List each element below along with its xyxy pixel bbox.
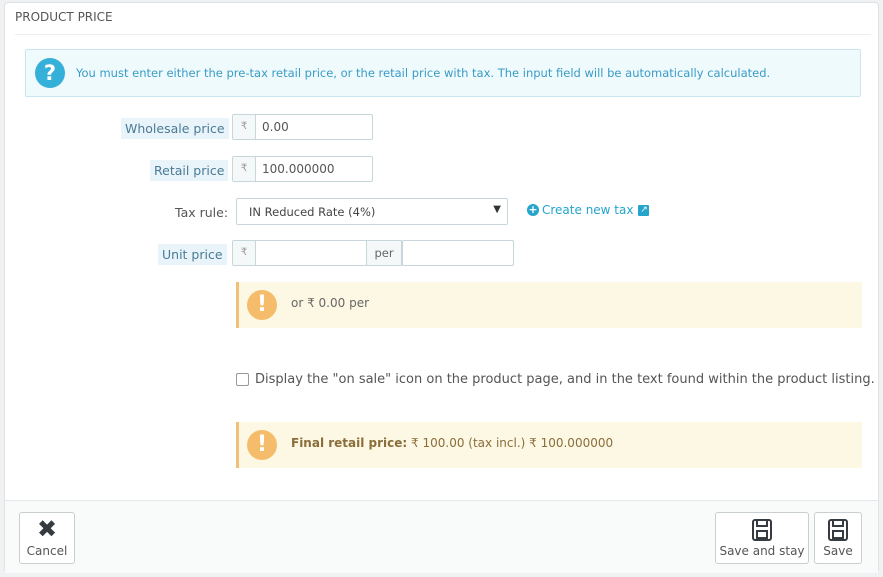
currency-addon: ₹ [233,157,256,181]
save-and-stay-label: Save and stay [719,544,805,558]
on-sale-checkbox[interactable] [236,373,249,386]
wholesale-price-field[interactable]: ₹ [232,114,373,140]
info-alert: ? You must enter either the pre-tax reta… [25,49,861,97]
cancel-button[interactable]: ✖ Cancel [19,512,75,564]
tax-rule-select[interactable]: IN Reduced Rate (4%) ▼ [236,198,508,225]
floppy-disk-icon [815,513,861,543]
chevron-down-icon: ▼ [493,204,501,215]
wholesale-price-label: Wholesale price [121,118,229,139]
unit-per-addon: per [366,240,402,266]
currency-addon: ₹ [233,115,256,139]
retail-price-label: Retail price [150,160,229,181]
unit-price-label: Unit price [158,244,227,265]
unit-per-field[interactable] [402,240,514,266]
on-sale-row[interactable]: Display the "on sale" icon on the produc… [236,372,875,387]
retail-price-field[interactable]: ₹ [232,156,373,182]
final-price-alert: ! Final retail price: ₹ 100.00 (tax incl… [236,422,862,468]
unit-price-warning-text: or ₹ 0.00 per [291,296,370,310]
unit-price-warning: ! or ₹ 0.00 per [236,282,862,328]
wholesale-price-input[interactable] [256,115,372,139]
unit-per-input[interactable] [403,241,513,265]
floppy-disk-icon [716,513,808,543]
unit-price-field[interactable]: ₹ [232,240,367,266]
tax-rule-selected-value: IN Reduced Rate (4%) [249,205,376,219]
final-price-value: ₹ 100.00 (tax incl.) ₹ 100.000000 [411,436,614,450]
retail-price-input[interactable] [256,157,372,181]
create-new-tax-label: Create new tax [542,203,634,217]
question-icon: ? [35,58,65,88]
info-text: You must enter either the pre-tax retail… [76,66,771,80]
currency-addon: ₹ [233,241,256,265]
panel-heading: PRODUCT PRICE [15,10,871,35]
save-and-stay-button[interactable]: Save and stay [715,512,809,564]
exclamation-icon: ! [247,290,277,320]
save-button[interactable]: Save [814,512,862,564]
final-price-label: Final retail price: [291,436,408,450]
plus-circle-icon: + [527,203,539,216]
tax-rule-label: Tax rule: [175,205,229,220]
unit-price-input[interactable] [256,241,366,265]
exclamation-icon: ! [247,430,277,460]
create-new-tax-link[interactable]: + Create new tax ↗ [527,203,650,217]
final-price-text: Final retail price: ₹ 100.00 (tax incl.)… [291,436,613,450]
external-link-icon: ↗ [638,204,650,216]
save-label: Save [823,544,853,558]
close-icon: ✖ [36,515,58,543]
cancel-label: Cancel [26,544,68,558]
panel-title: PRODUCT PRICE [15,10,113,24]
on-sale-label: Display the "on sale" icon on the produc… [255,372,875,387]
